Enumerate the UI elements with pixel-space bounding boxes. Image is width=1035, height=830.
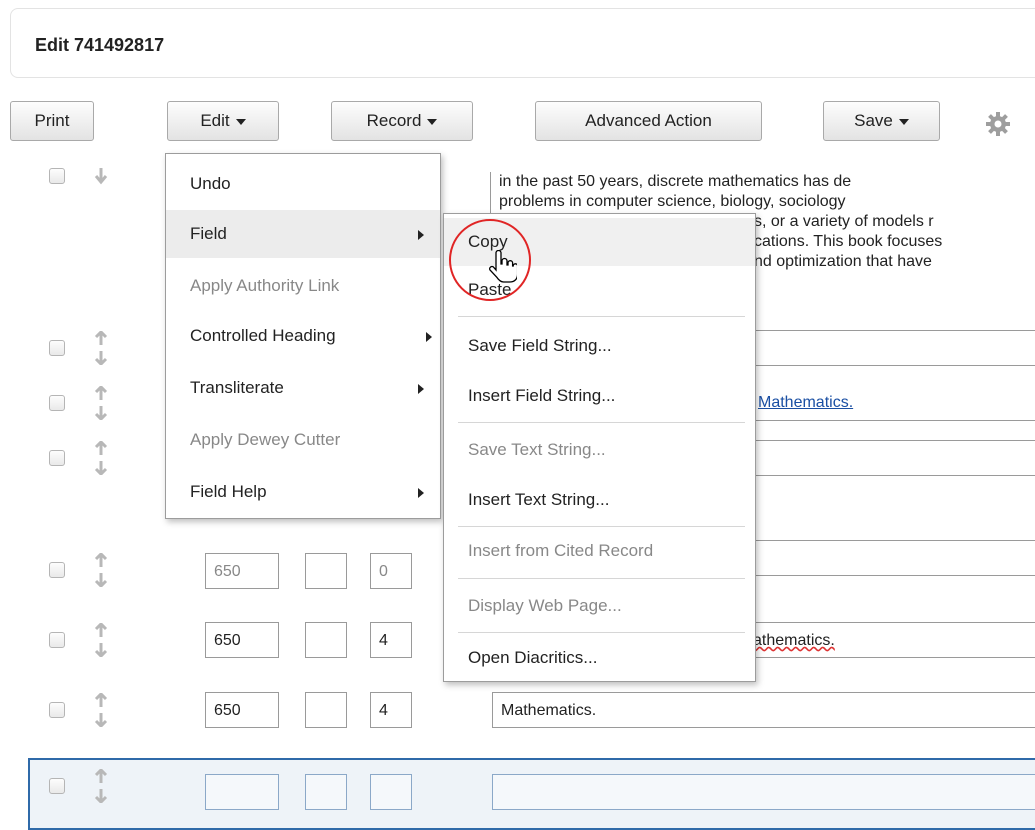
menu-item-insert-from-cited-record[interactable]: Insert from Cited Record: [444, 527, 755, 575]
record-menu-button[interactable]: Record: [331, 101, 473, 141]
indicator2-input[interactable]: [370, 774, 412, 810]
field-value-link[interactable]: Mathematics.: [752, 385, 1035, 421]
save-menu-button[interactable]: Save: [823, 101, 940, 141]
field-value-input[interactable]: [492, 774, 1035, 810]
row-checkbox[interactable]: [49, 395, 65, 411]
field-row: 650 4 Mathematics.: [0, 690, 1035, 745]
field-value-input[interactable]: [752, 440, 1035, 476]
caret-down-icon: [427, 119, 438, 125]
menu-separator: [458, 422, 745, 423]
move-arrows-icon[interactable]: [94, 441, 108, 475]
menu-item-insert-text-string[interactable]: Insert Text String...: [444, 476, 755, 524]
indicator2-input[interactable]: 4: [370, 692, 412, 728]
menu-item-transliterate[interactable]: Transliterate: [166, 364, 440, 412]
edit-menu-button[interactable]: Edit: [167, 101, 279, 141]
row-checkbox[interactable]: [49, 168, 65, 184]
tag-input[interactable]: 650: [205, 553, 279, 589]
save-button-label: Save: [854, 111, 893, 130]
field-value-text: athematics.: [753, 632, 835, 649]
indicator2-input[interactable]: 0: [370, 553, 412, 589]
summary-line: problems in computer science, biology, s…: [499, 193, 846, 210]
row-checkbox[interactable]: [49, 450, 65, 466]
menu-item-apply-authority-link[interactable]: Apply Authority Link: [166, 262, 440, 310]
menu-item-save-field-string[interactable]: Save Field String...: [444, 322, 755, 370]
row-checkbox[interactable]: [49, 632, 65, 648]
submenu-arrow-icon: [426, 332, 432, 342]
selected-field-row[interactable]: [28, 758, 1035, 830]
menu-item-field-help[interactable]: Field Help: [166, 468, 440, 516]
print-button-label: Print: [34, 111, 70, 130]
menu-item-label: Insert Text String...: [468, 490, 610, 509]
caret-down-icon: [898, 119, 909, 125]
move-arrows-icon[interactable]: [94, 693, 108, 727]
menu-item-label: Field: [190, 224, 227, 243]
menu-item-label: Controlled Heading: [190, 326, 336, 345]
indicator1-input[interactable]: [305, 553, 347, 589]
menu-item-field[interactable]: Field: [166, 210, 440, 258]
field-value-input[interactable]: Mathematics.: [492, 692, 1035, 728]
menu-item-display-web-page[interactable]: Display Web Page...: [444, 582, 755, 630]
field-value-input[interactable]: [752, 540, 1035, 576]
tag-input[interactable]: 650: [205, 622, 279, 658]
indicator1-input[interactable]: [305, 774, 347, 810]
field-value-input[interactable]: [752, 330, 1035, 366]
print-button[interactable]: Print: [10, 101, 94, 141]
menu-item-apply-dewey-cutter[interactable]: Apply Dewey Cutter: [166, 416, 440, 464]
advanced-action-button[interactable]: Advanced Action: [535, 101, 762, 141]
menu-item-label: Field Help: [190, 482, 267, 501]
indicator1-input[interactable]: [305, 622, 347, 658]
menu-item-label: Insert from Cited Record: [468, 541, 654, 560]
move-arrows-icon[interactable]: [94, 769, 108, 803]
hand-pointer-icon: [489, 250, 517, 283]
menu-separator: [458, 578, 745, 579]
submenu-arrow-icon: [418, 230, 424, 240]
menu-item-label: Apply Dewey Cutter: [190, 430, 341, 449]
edit-dropdown-menu: Undo Field Apply Authority Link Controll…: [165, 153, 441, 519]
tag-input[interactable]: [205, 774, 279, 810]
menu-item-controlled-heading[interactable]: Controlled Heading: [166, 312, 440, 360]
menu-item-label: Save Field String...: [468, 336, 612, 355]
menu-separator: [458, 632, 745, 633]
summary-line: in the past 50 years, discrete mathemati…: [499, 173, 852, 190]
menu-item-label: Save Text String...: [468, 440, 606, 459]
menu-item-label: Display Web Page...: [468, 596, 622, 615]
move-arrows-icon[interactable]: [94, 331, 108, 365]
menu-item-label: Transliterate: [190, 378, 284, 397]
caret-down-icon: [235, 119, 246, 125]
record-button-label: Record: [366, 111, 422, 130]
menu-item-open-diacritics[interactable]: Open Diacritics...: [444, 634, 755, 682]
page-title: Edit 741492817: [35, 35, 165, 55]
menu-item-save-text-string[interactable]: Save Text String...: [444, 426, 755, 474]
row-checkbox[interactable]: [49, 702, 65, 718]
tag-input[interactable]: 650: [205, 692, 279, 728]
menu-item-label: Open Diacritics...: [468, 648, 598, 667]
submenu-arrow-icon: [418, 384, 424, 394]
indicator2-input[interactable]: 4: [370, 622, 412, 658]
move-arrows-icon[interactable]: [94, 553, 108, 587]
row-checkbox[interactable]: [49, 340, 65, 356]
submenu-arrow-icon: [418, 488, 424, 498]
move-arrows-icon[interactable]: [94, 623, 108, 657]
row-checkbox[interactable]: [49, 778, 65, 794]
menu-separator: [458, 316, 745, 317]
field-value-input[interactable]: athematics.: [745, 622, 1035, 658]
indicator1-input[interactable]: [305, 692, 347, 728]
move-down-icon[interactable]: [94, 168, 108, 186]
row-checkbox[interactable]: [49, 562, 65, 578]
menu-item-label: Apply Authority Link: [190, 276, 340, 295]
menu-item-undo[interactable]: Undo: [166, 160, 440, 208]
move-arrows-icon[interactable]: [94, 386, 108, 420]
edit-button-label: Edit: [200, 111, 230, 130]
menu-item-label: Undo: [190, 174, 231, 193]
advanced-action-label: Advanced Action: [585, 111, 712, 130]
menu-item-label: Insert Field String...: [468, 386, 616, 405]
gear-icon[interactable]: [985, 111, 1011, 137]
menu-item-insert-field-string[interactable]: Insert Field String...: [444, 372, 755, 420]
page-header: Edit 741492817: [10, 8, 1035, 78]
